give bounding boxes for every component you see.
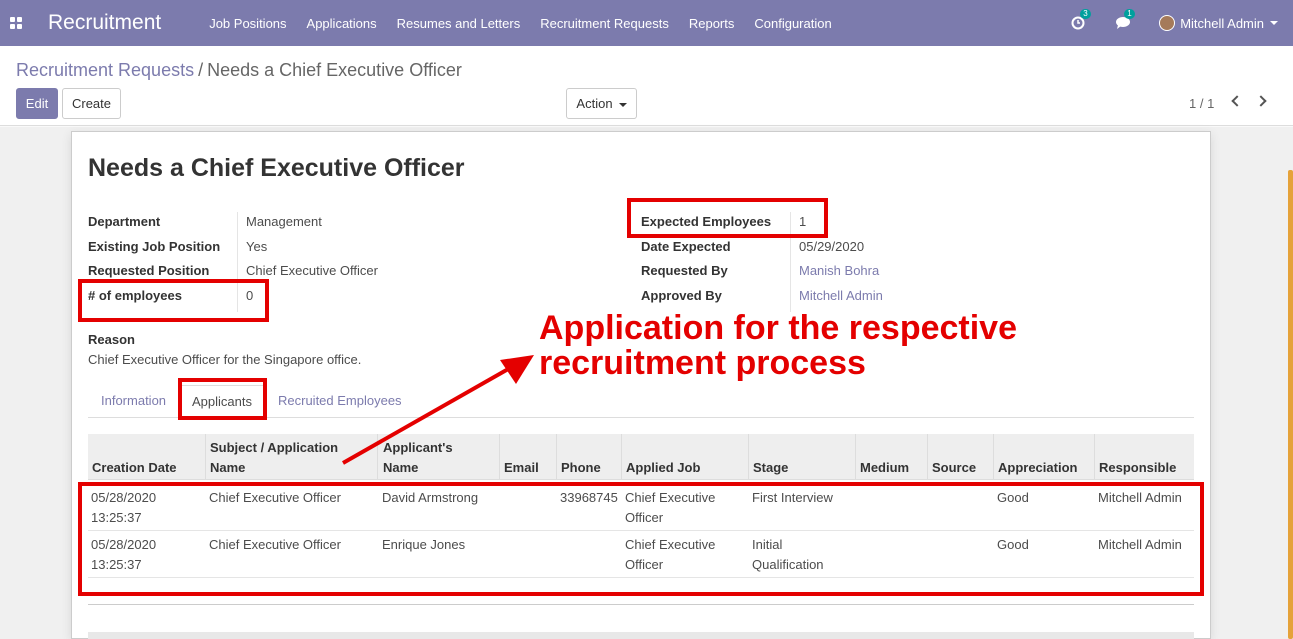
- annotation-arrow-icon: [342, 355, 534, 465]
